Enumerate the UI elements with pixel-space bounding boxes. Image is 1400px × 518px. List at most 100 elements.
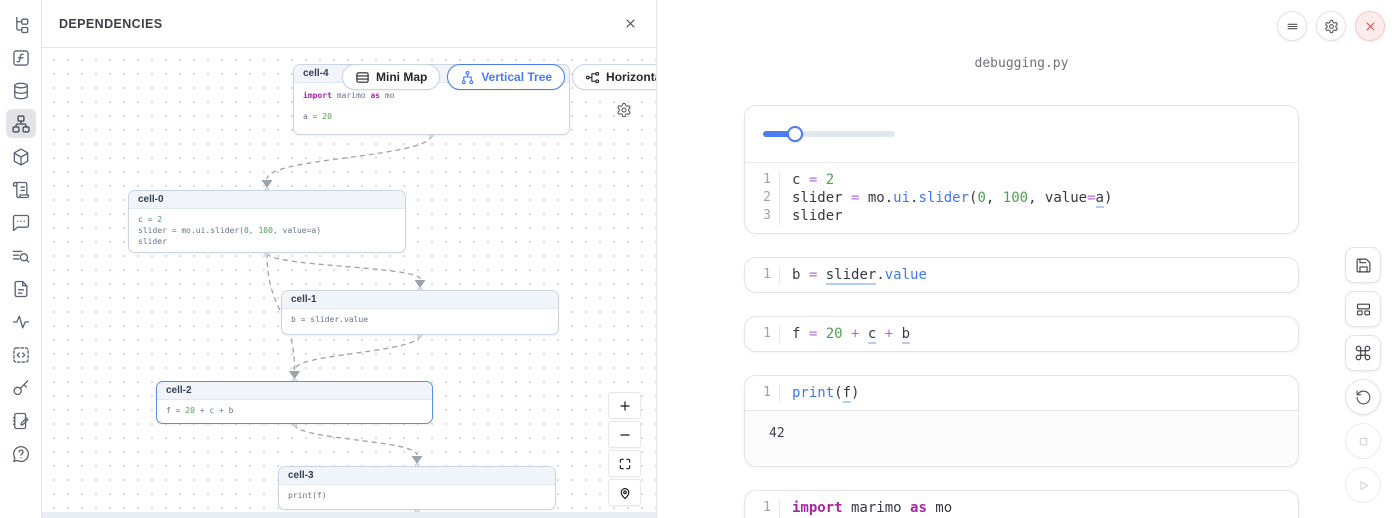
sidebar-item-chat[interactable] [6, 208, 36, 237]
graph-canvas[interactable]: Mini Map Vertical Tree Horizontal Tree cel… [42, 48, 656, 518]
line-numbers: 1 [745, 325, 779, 343]
save-button[interactable] [1345, 247, 1381, 283]
code-editor[interactable]: 1print(f) [745, 376, 1298, 410]
gear-icon [1324, 19, 1339, 34]
menu-icon [1285, 19, 1300, 34]
log-search-icon [11, 246, 31, 266]
graph-node-cell-3[interactable]: cell-3print(f) [278, 466, 556, 510]
view-button-label: Mini Map [376, 70, 427, 84]
graph-settings-button[interactable] [616, 102, 632, 121]
graph-node-cell-1[interactable]: cell-1b = slider.value [281, 290, 559, 335]
gear-button[interactable] [1316, 11, 1346, 41]
node-title: cell-1 [282, 291, 558, 309]
notebook-filename: debugging.py [744, 56, 1299, 71]
node-code: b = slider.value [282, 309, 558, 330]
database-icon [11, 81, 31, 101]
sidebar-item-dependency-graph[interactable] [6, 109, 36, 138]
dependency-graph-icon [11, 114, 31, 134]
command-icon [1354, 344, 1372, 362]
snippets-icon [11, 345, 31, 365]
stop-icon [1355, 433, 1372, 450]
dependencies-panel: DEPENDENCIES Mini Map Vertical Tree Horizo… [42, 0, 657, 518]
cell-output-area [745, 106, 1298, 163]
node-title: cell-3 [279, 467, 555, 485]
code-lines: f = 20 + c + b [792, 325, 910, 343]
action-rail [1345, 247, 1381, 503]
undo-button[interactable] [1345, 379, 1381, 415]
command-button[interactable] [1345, 335, 1381, 371]
save-icon [1355, 257, 1372, 274]
code-lines: import marimo as mo [792, 499, 952, 518]
graph-node-cell-0[interactable]: cell-0c = 2slider = mo.ui.slider(0, 100,… [128, 190, 406, 253]
undo-icon [1355, 389, 1372, 406]
sidebar-item-snippets[interactable] [6, 340, 36, 369]
gutter-divider [779, 384, 780, 402]
zoom-out-button[interactable] [608, 421, 641, 448]
code-editor[interactable]: 1 b = slider.value [745, 258, 1298, 292]
zoom-controls [608, 392, 641, 506]
close-button[interactable] [1355, 11, 1385, 41]
panel-title: DEPENDENCIES [59, 17, 162, 31]
help-icon [11, 444, 31, 464]
package-icon [11, 147, 31, 167]
code-lines: c = 2slider = mo.ui.slider(0, 100, value… [792, 171, 1112, 225]
dependencies-header: DEPENDENCIES [42, 0, 656, 48]
cells-column: 123c = 2slider = mo.ui.slider(0, 100, va… [744, 105, 1299, 518]
chat-icon [11, 213, 31, 233]
notebook-cell-b-cell: 1 b = slider.value [744, 257, 1299, 293]
file-tree-icon [11, 15, 31, 35]
sidebar-item-database[interactable] [6, 76, 36, 105]
secrets-icon [11, 378, 31, 398]
menu-button[interactable] [1277, 11, 1307, 41]
sidebar-item-package[interactable] [6, 142, 36, 171]
graph-view-toolbar: Mini Map Vertical Tree Horizontal Tree [342, 64, 656, 90]
minimap-icon [355, 70, 370, 85]
code-editor[interactable]: 12 import marimo as mo [745, 491, 1298, 518]
view-button-horizontal-tree[interactable]: Horizontal Tree [572, 64, 656, 90]
line-numbers: 1 [745, 266, 779, 284]
close-icon [1363, 19, 1378, 34]
view-button-vertical-tree[interactable]: Vertical Tree [447, 64, 565, 90]
fit-view-button[interactable] [608, 450, 641, 477]
panel-close-button[interactable] [623, 16, 638, 31]
line-numbers: 12 [745, 499, 779, 518]
activity-sidebar [0, 0, 42, 518]
code-editor[interactable]: 1 f = 20 + c + b [745, 317, 1298, 351]
document-icon [11, 279, 31, 299]
slider-thumb[interactable] [787, 126, 803, 142]
ui-slider[interactable] [763, 126, 895, 142]
vertical-tree-icon [460, 70, 475, 85]
functions-icon [11, 48, 31, 68]
sidebar-item-scroll[interactable] [6, 175, 36, 204]
sidebar-item-help[interactable] [6, 439, 36, 468]
sidebar-item-file-tree[interactable] [6, 10, 36, 39]
node-code: c = 2slider = mo.ui.slider(0, 100, value… [129, 209, 405, 252]
layout-button[interactable] [1345, 291, 1381, 327]
graph-node-cell-2[interactable]: cell-2f = 20 + c + b [156, 381, 433, 424]
sidebar-item-secrets[interactable] [6, 373, 36, 402]
center-pin-button[interactable] [608, 479, 641, 506]
zoom-in-icon [618, 399, 632, 413]
code-editor[interactable]: 123c = 2slider = mo.ui.slider(0, 100, va… [745, 163, 1298, 233]
sidebar-item-tracing[interactable] [6, 307, 36, 336]
layout-icon [1355, 301, 1372, 318]
fit-view-icon [618, 457, 632, 471]
sidebar-item-scratchpad[interactable] [6, 406, 36, 435]
node-code: f = 20 + c + b [157, 400, 432, 421]
node-code: import marimo as moa = 20 [294, 83, 569, 135]
scratchpad-icon [11, 411, 31, 431]
code-lines: b = slider.value [792, 266, 927, 284]
close-icon [623, 16, 638, 31]
view-button-label: Horizontal Tree [606, 70, 656, 84]
zoom-in-button[interactable] [608, 392, 641, 419]
view-button-minimap[interactable]: Mini Map [342, 64, 440, 90]
horizontal-tree-icon [585, 70, 600, 85]
sidebar-item-log-search[interactable] [6, 241, 36, 270]
gutter-divider [779, 171, 780, 225]
play-button [1345, 467, 1381, 503]
sidebar-item-document[interactable] [6, 274, 36, 303]
sidebar-item-functions[interactable] [6, 43, 36, 72]
notebook-panel: debugging.py 123c = 2slider = mo.ui.slid… [657, 0, 1400, 518]
tracing-icon [11, 312, 31, 332]
play-icon [1355, 477, 1372, 494]
